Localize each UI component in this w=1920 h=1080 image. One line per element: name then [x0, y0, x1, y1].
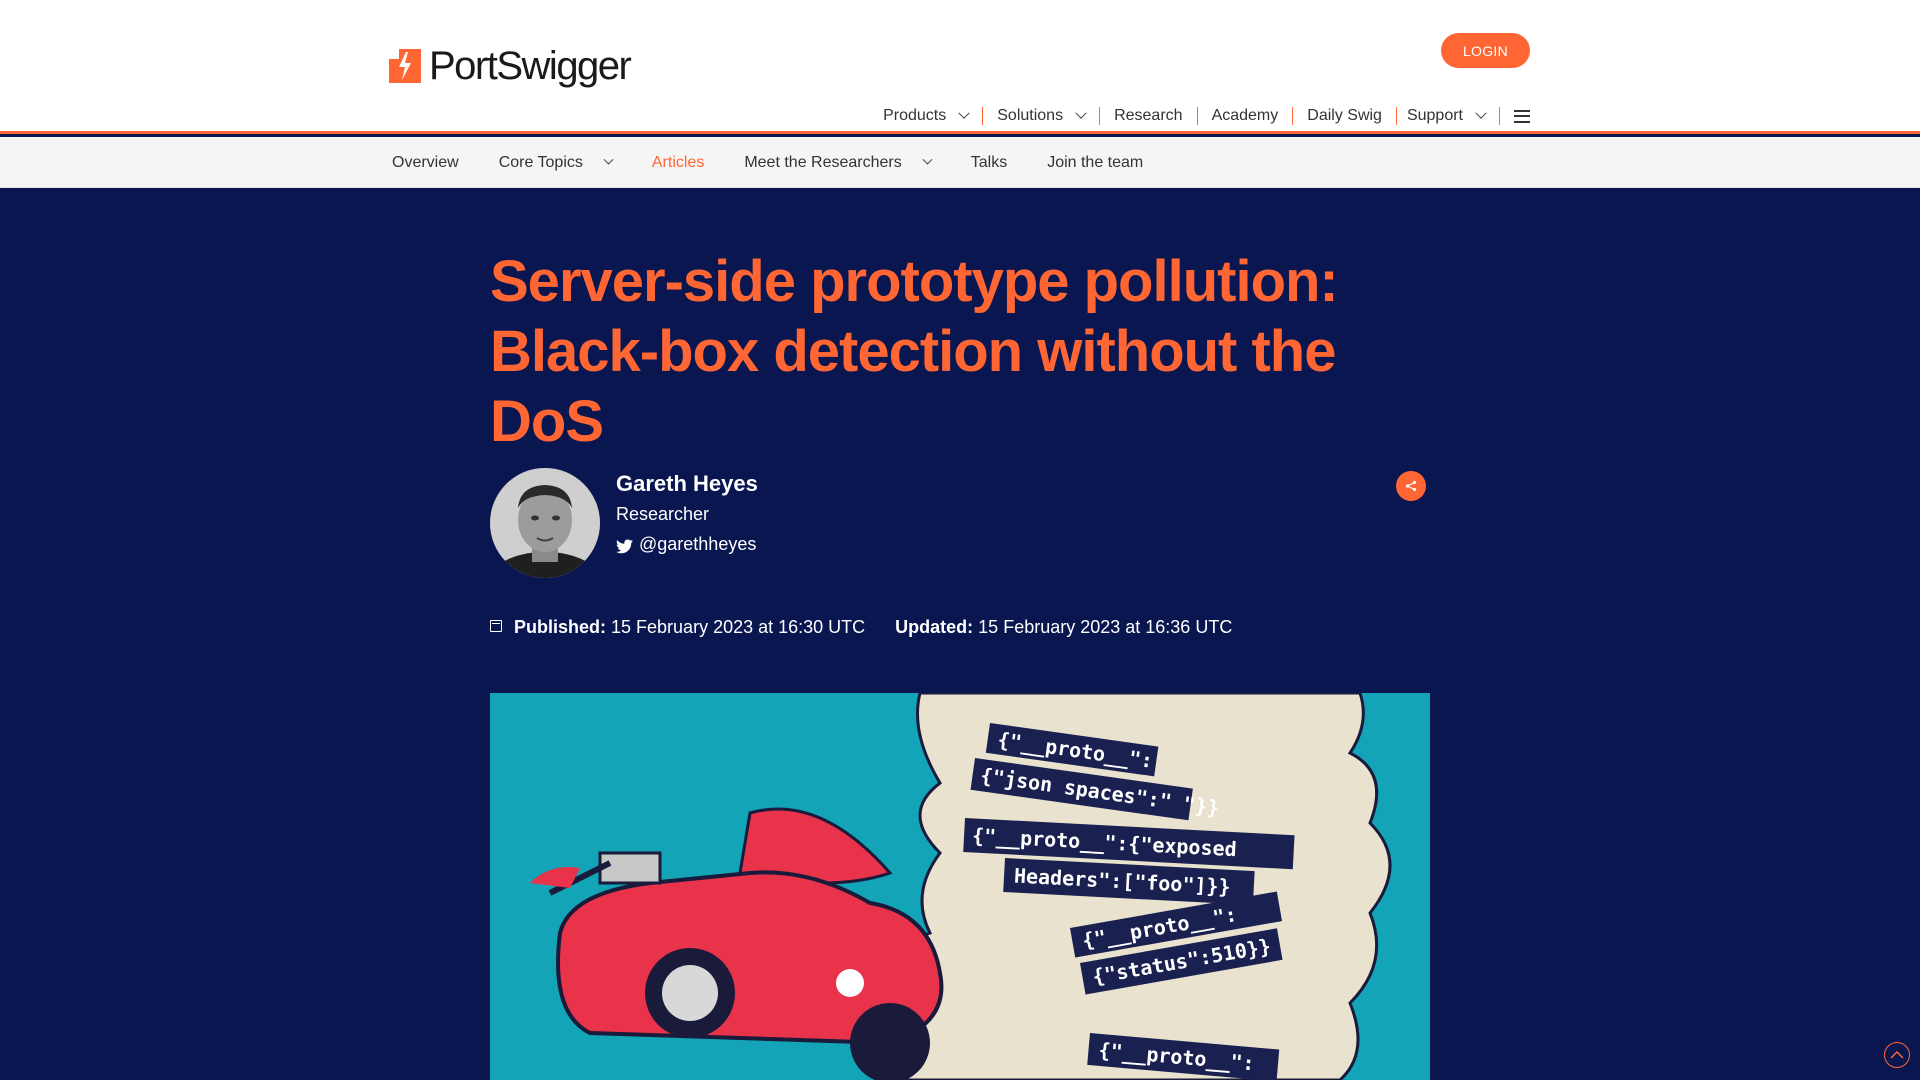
main-nav: Products Solutions Research Academy Dail…	[869, 104, 1530, 128]
chevron-down-icon	[1075, 107, 1087, 119]
login-button[interactable]: LOGIN	[1441, 33, 1530, 68]
subnav-item-articles[interactable]: Articles	[652, 154, 704, 172]
nav-item-research[interactable]: Research	[1100, 107, 1196, 125]
nav-divider	[1499, 107, 1500, 125]
research-subnav: Overview Core Topics Articles Meet the R…	[0, 137, 1920, 188]
subnav-item-join-the-team[interactable]: Join the team	[1047, 154, 1143, 172]
subnav-item-core-topics[interactable]: Core Topics	[498, 153, 614, 172]
calendar-icon	[490, 619, 502, 632]
author-twitter-link[interactable]: @garethheyes	[616, 534, 756, 555]
nav-item-support[interactable]: Support	[1397, 107, 1499, 125]
brand-name: PortSwigger	[429, 44, 632, 88]
chevron-down-icon	[958, 107, 970, 119]
article-dates: Published: 15 February 2023 at 16:30 UTC…	[490, 617, 1232, 638]
author-avatar	[490, 468, 600, 578]
subnav-item-label: Overview	[392, 153, 459, 171]
nav-item-label: Solutions	[997, 107, 1064, 124]
author-name[interactable]: Gareth Heyes	[616, 471, 758, 497]
nav-item-label: Daily Swig	[1307, 107, 1382, 124]
hamburger-icon[interactable]	[1514, 109, 1530, 123]
nav-item-solutions[interactable]: Solutions	[983, 107, 1099, 125]
chevron-up-icon	[1890, 1050, 1904, 1059]
site-header: PortSwigger LOGIN Products Solutions Res…	[0, 0, 1920, 134]
twitter-handle: @garethheyes	[639, 534, 757, 554]
updated-label: Updated:	[895, 617, 974, 637]
chevron-down-icon	[603, 154, 614, 165]
subnav-item-label: Meet the Researchers	[744, 153, 902, 171]
share-button[interactable]	[1396, 471, 1426, 501]
nav-item-label: Academy	[1211, 107, 1279, 124]
subnav-item-label: Join the team	[1047, 153, 1144, 171]
logo-mark-icon	[389, 49, 421, 83]
published-date: 15 February 2023 at 16:30 UTC	[611, 617, 866, 637]
nav-item-daily-swig[interactable]: Daily Swig	[1293, 107, 1396, 125]
nav-item-label: Research	[1114, 107, 1183, 124]
scroll-to-top-button[interactable]	[1884, 1042, 1910, 1068]
nav-item-academy[interactable]: Academy	[1198, 107, 1293, 125]
nav-item-label: Products	[883, 107, 947, 124]
updated-date: 15 February 2023 at 16:36 UTC	[978, 617, 1233, 637]
published-label: Published:	[514, 617, 607, 637]
nav-item-products[interactable]: Products	[869, 107, 982, 125]
subnav-item-meet-the-researchers[interactable]: Meet the Researchers	[744, 153, 933, 172]
nav-item-label: Support	[1406, 107, 1463, 124]
subnav-item-overview[interactable]: Overview	[392, 154, 459, 172]
chevron-down-icon	[922, 154, 933, 165]
twitter-icon	[616, 539, 633, 554]
article-title: Server-side prototype pollution: Black-b…	[490, 249, 1339, 454]
author-role: Researcher	[616, 504, 710, 524]
subnav-item-label: Articles	[651, 153, 705, 171]
portswigger-logo[interactable]: PortSwigger	[389, 44, 632, 88]
subnav-item-label: Core Topics	[498, 153, 583, 171]
share-icon	[1405, 480, 1417, 492]
subnav-item-talks[interactable]: Talks	[971, 154, 1007, 172]
chevron-down-icon	[1475, 107, 1487, 119]
subnav-item-label: Talks	[970, 153, 1008, 171]
article-hero-image: {"__proto__": {"json spaces":" "}} {"__p…	[490, 693, 1430, 1080]
